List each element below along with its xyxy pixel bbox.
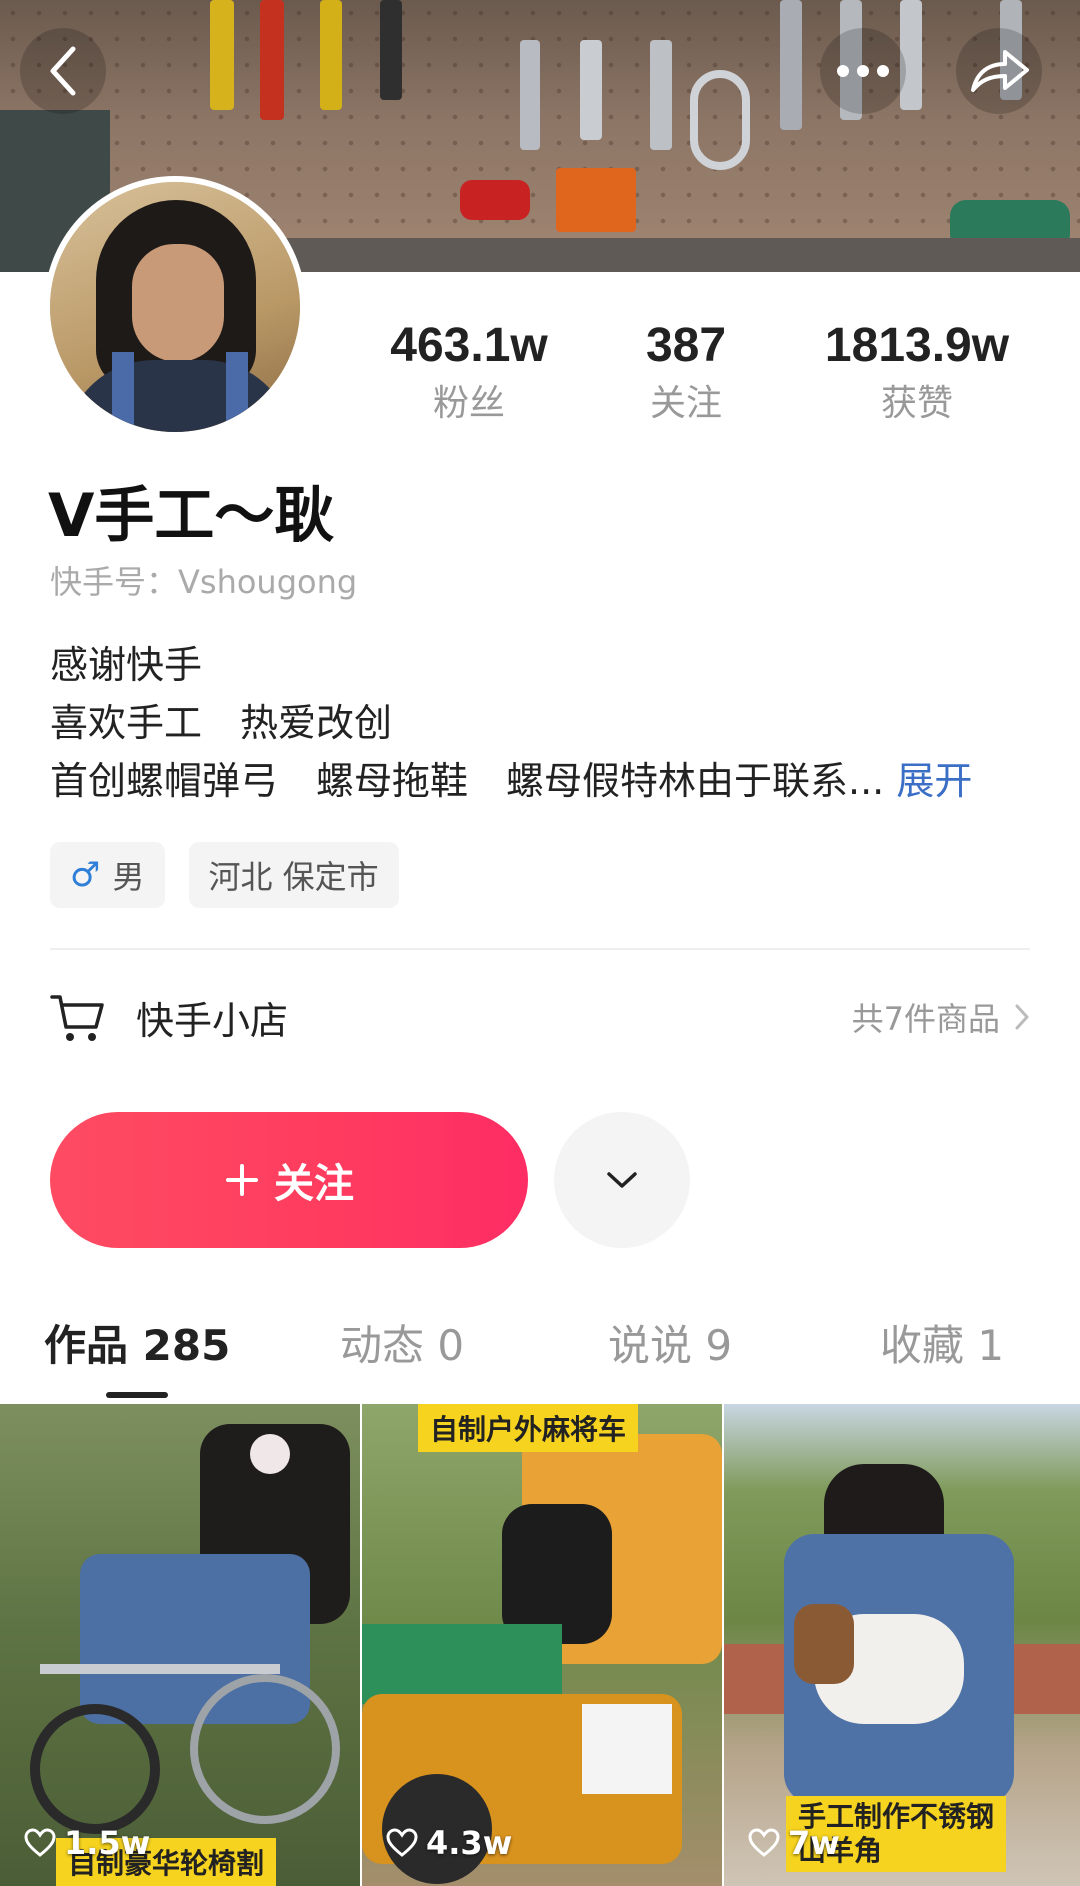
- stat-label: 获赞: [880, 383, 953, 424]
- video-likes: 4.3w: [386, 1824, 512, 1862]
- video-thumbnail[interactable]: 自制户外麻将车 4.3w: [362, 1404, 722, 1886]
- chevron-right-icon: [1015, 1004, 1029, 1030]
- stat-label: 关注: [649, 383, 722, 424]
- tab-indicator: [106, 1392, 168, 1398]
- heart-icon: [24, 1828, 56, 1857]
- bio-line: 喜欢手工 热爱改创: [50, 701, 393, 745]
- tool-drill: [460, 180, 530, 220]
- stat-followers[interactable]: 463.1w 粉丝: [374, 318, 564, 426]
- profile-name: V手工～耿: [48, 481, 335, 551]
- tool-box: [556, 168, 636, 232]
- video-thumbnail[interactable]: 手工制作不锈钢 山羊角 7w: [724, 1404, 1080, 1886]
- location-tag: 河北 保定市: [188, 842, 399, 908]
- bio-line-text: 首创螺帽弹弓 螺母拖鞋 螺母假特林由于联系...: [50, 759, 885, 803]
- likes-count: 4.3w: [426, 1824, 513, 1862]
- shop-title: 快手小店: [136, 998, 289, 1043]
- male-icon: ♂: [70, 855, 101, 895]
- profile-stats: 463.1w 粉丝 387 关注 1813.9w 获赞: [374, 318, 1034, 428]
- likes-count: 1.5w: [64, 1824, 151, 1862]
- video-thumbnail[interactable]: 自制豪华轮椅割 1.5w: [0, 1404, 360, 1886]
- divider: [50, 948, 1030, 950]
- tool-pliers: [210, 0, 234, 110]
- shop-row[interactable]: 快手小店 共7件商品: [50, 984, 1030, 1050]
- more-dots-icon: [837, 65, 889, 77]
- profile-bio: 感谢快手 喜欢手工 热爱改创 首创螺帽弹弓 螺母拖鞋 螺母假特林由于联系... …: [50, 636, 972, 810]
- video-scene-image: [0, 1404, 360, 1886]
- stat-label: 粉丝: [432, 383, 505, 424]
- cart-icon: [50, 995, 104, 1041]
- tab-works[interactable]: 作品 285: [44, 1316, 230, 1376]
- stat-value: 387: [645, 319, 727, 372]
- more-options-button[interactable]: [820, 28, 906, 114]
- share-button[interactable]: [956, 28, 1042, 114]
- tab-moments[interactable]: 动态 0: [340, 1316, 464, 1376]
- bio-line: 首创螺帽弹弓 螺母拖鞋 螺母假特林由于联系... 展开: [50, 752, 972, 810]
- follow-button[interactable]: 关注: [50, 1112, 528, 1248]
- bio-expand-link[interactable]: 展开: [896, 759, 972, 803]
- tool-clamp: [690, 70, 750, 170]
- tool-wrench: [780, 0, 802, 130]
- content-tabs: 作品 285 动态 0 说说 9 收藏 1: [0, 1316, 1080, 1396]
- tool-pliers: [380, 0, 402, 100]
- video-likes: 1.5w: [24, 1824, 150, 1862]
- stat-value: 1813.9w: [824, 319, 1010, 372]
- shelf: [280, 238, 1080, 272]
- plus-icon: [226, 1164, 258, 1196]
- follow-label: 关注: [274, 1161, 354, 1207]
- likes-count: 7w: [788, 1824, 840, 1862]
- video-caption: 自制户外麻将车: [418, 1404, 639, 1452]
- tool-pliers: [320, 0, 342, 110]
- avatar[interactable]: [44, 176, 306, 438]
- tab-favorites[interactable]: 收藏 1: [880, 1316, 1004, 1376]
- back-button[interactable]: [20, 28, 106, 114]
- gender-tag: ♂ 男: [50, 842, 165, 908]
- expand-recommend-button[interactable]: [554, 1112, 690, 1248]
- stat-likes[interactable]: 1813.9w 获赞: [812, 318, 1022, 426]
- profile-tags: ♂ 男 河北 保定市: [50, 842, 399, 908]
- location-label: 河北 保定市: [208, 858, 379, 896]
- user-id: 快手号：Vshougong: [50, 563, 358, 601]
- chevron-down-icon: [607, 1172, 637, 1188]
- shop-count: 共7件商品: [852, 994, 1030, 1040]
- chevron-left-icon: [50, 46, 76, 96]
- stat-value: 463.1w: [390, 319, 548, 372]
- heart-icon: [386, 1828, 418, 1857]
- gender-label: 男: [112, 858, 145, 896]
- heart-icon: [748, 1828, 780, 1857]
- tab-posts[interactable]: 说说 9: [608, 1316, 732, 1376]
- shop-count-text: 共7件商品: [851, 1000, 1000, 1038]
- tool-wrench: [520, 40, 540, 150]
- bio-line: 感谢快手: [50, 643, 203, 687]
- video-likes: 7w: [748, 1824, 840, 1862]
- tool-wrench: [580, 40, 602, 140]
- tool-wrench: [650, 40, 672, 150]
- stat-following[interactable]: 387 关注: [626, 318, 746, 426]
- video-scene-image: [362, 1404, 722, 1886]
- video-grid: 自制豪华轮椅割 1.5w 自制户外麻将车 4.3w 手工制作不锈钢 山羊角 7w: [0, 1404, 1080, 1886]
- tool-pliers: [260, 0, 284, 120]
- share-icon: [971, 50, 1029, 92]
